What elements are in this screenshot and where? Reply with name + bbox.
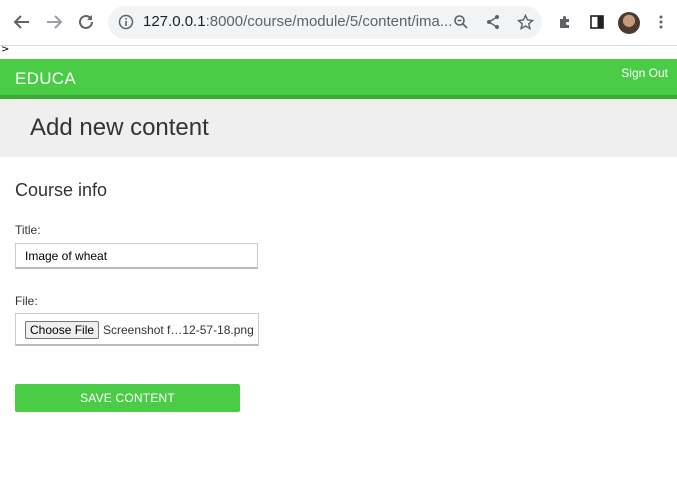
choose-file-button[interactable]: Choose File: [25, 321, 100, 339]
url-path: :8000/course/module/5/content/ima...: [205, 13, 453, 30]
stray-text: >: [1, 44, 10, 55]
page-title: Add new content: [30, 114, 209, 141]
file-label: File:: [15, 294, 38, 308]
forward-arrow-icon: [47, 15, 63, 29]
site-info-icon[interactable]: [115, 11, 137, 33]
profile-avatar[interactable]: [618, 12, 640, 34]
title-input[interactable]: [15, 243, 258, 269]
save-content-button[interactable]: SAVE CONTENT: [15, 384, 240, 412]
back-arrow-icon: [13, 15, 29, 29]
zoom-icon[interactable]: [450, 11, 472, 33]
reload-icon: [79, 14, 93, 29]
browser-toolbar: 127.0.0.1:8000/course/module/5/content/i…: [0, 0, 677, 46]
share-icon[interactable]: [482, 11, 504, 33]
back-button[interactable]: [10, 10, 34, 34]
forward-button[interactable]: [42, 10, 66, 34]
url-host: 127.0.0.1: [143, 13, 206, 30]
selected-file-name: Screenshot f…12-57-18.png: [103, 323, 254, 337]
bookmark-star-icon[interactable]: [514, 11, 536, 33]
kebab-menu-icon[interactable]: [650, 11, 672, 33]
title-label: Title:: [15, 223, 41, 237]
reload-button[interactable]: [74, 10, 98, 34]
side-panel-icon[interactable]: [586, 11, 608, 33]
site-logo[interactable]: EDUCA: [15, 69, 76, 89]
sign-out-link[interactable]: Sign Out: [621, 66, 668, 80]
title-band: Add new content: [0, 99, 677, 157]
extensions-puzzle-icon[interactable]: [554, 11, 576, 33]
url-text[interactable]: 127.0.0.1:8000/course/module/5/content/i…: [143, 13, 452, 30]
file-input[interactable]: Choose File Screenshot f…12-57-18.png: [15, 313, 259, 346]
section-title: Course info: [15, 180, 108, 200]
site-header: EDUCA Sign Out: [0, 59, 677, 99]
